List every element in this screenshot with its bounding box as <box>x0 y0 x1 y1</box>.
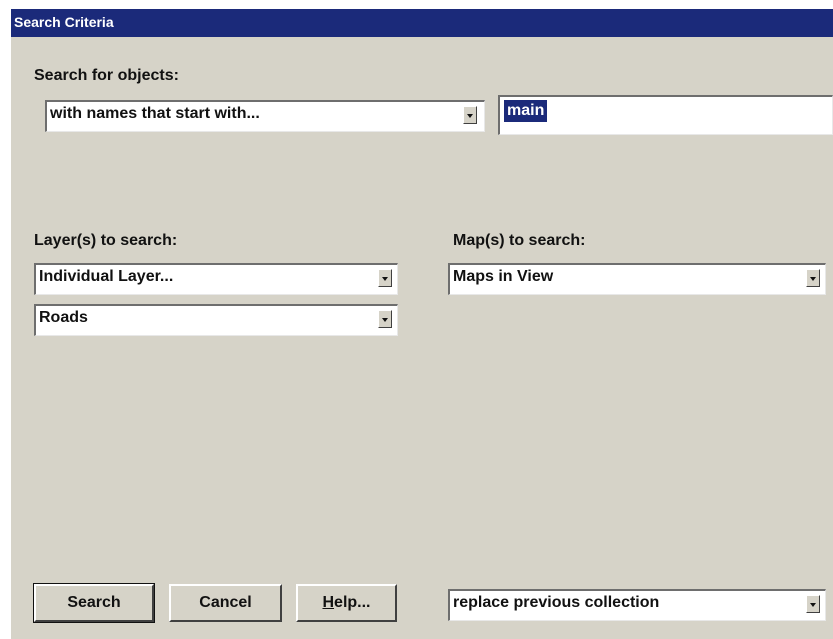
layer-scope-value: Individual Layer... <box>39 268 174 285</box>
title-bar[interactable]: Search Criteria <box>11 9 833 37</box>
chevron-down-icon <box>467 114 473 118</box>
layers-label: Layer(s) to search: <box>34 232 178 249</box>
search-mode-value: with names that start with... <box>50 105 260 122</box>
collection-mode-select[interactable]: replace previous collection <box>448 589 826 621</box>
dialog-title: Search Criteria <box>14 14 114 30</box>
chevron-down-icon <box>810 603 816 607</box>
search-mode-select[interactable]: with names that start with... <box>45 100 485 132</box>
search-query-value: main <box>504 100 548 122</box>
search-mode-dropdown-button[interactable] <box>463 106 477 124</box>
layer-select[interactable]: Roads <box>34 304 398 336</box>
collection-mode-value: replace previous collection <box>453 594 660 611</box>
collection-mode-dropdown-button[interactable] <box>806 595 820 613</box>
help-button[interactable]: Help... <box>296 584 397 622</box>
cancel-button[interactable]: Cancel <box>169 584 282 622</box>
search-for-label: Search for objects: <box>34 67 179 84</box>
search-criteria-dialog: Search Criteria Search for objects: with… <box>10 8 833 639</box>
layer-dropdown-button[interactable] <box>378 310 392 328</box>
maps-label: Map(s) to search: <box>453 232 586 249</box>
map-scope-select[interactable]: Maps in View <box>448 263 826 295</box>
chevron-down-icon <box>382 318 388 322</box>
chevron-down-icon <box>382 277 388 281</box>
help-label-rest: elp... <box>334 594 371 611</box>
layer-scope-select[interactable]: Individual Layer... <box>34 263 398 295</box>
search-button[interactable]: Search <box>33 583 155 623</box>
search-query-input[interactable]: main <box>498 95 833 135</box>
help-accelerator: H <box>322 594 335 611</box>
layer-value: Roads <box>39 309 88 326</box>
chevron-down-icon <box>810 277 816 281</box>
layer-scope-dropdown-button[interactable] <box>378 269 392 287</box>
map-scope-value: Maps in View <box>453 268 554 285</box>
map-scope-dropdown-button[interactable] <box>806 269 820 287</box>
